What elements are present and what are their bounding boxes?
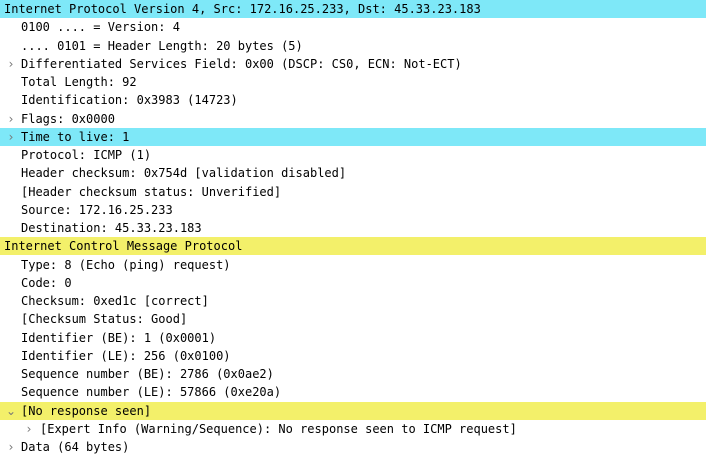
tree-row-header-length[interactable]: .... 0101 = Header Length: 20 bytes (5) (0, 37, 706, 55)
tree-row-ipv4[interactable]: Internet Protocol Version 4, Src: 172.16… (0, 0, 706, 18)
tree-row-label: Total Length: 92 (21, 75, 137, 89)
tree-row-label: [Checksum Status: Good] (21, 312, 188, 327)
tree-row-expert-info[interactable]: › [Expert Info (Warning/Sequence): No res… (0, 420, 706, 438)
tree-row-icmp-checksum-status[interactable]: [Checksum Status: Good] (0, 310, 706, 328)
tree-row-label: Identifier (BE): 1 (0x0001) (21, 330, 217, 345)
tree-row-label: [Header checksum status: Unverified] (21, 184, 282, 199)
tree-row-dsfield[interactable]: › Differentiated Services Field: 0x00 (DS… (0, 55, 706, 73)
tree-row-data[interactable]: › Data (64 bytes) (0, 438, 706, 456)
tree-row-identifier-le[interactable]: Identifier (LE): 256 (0x0100) (0, 347, 706, 365)
tree-row-label: Flags: 0x0000 (21, 111, 115, 126)
tree-row-icmp-code[interactable]: Code: 0 (0, 274, 706, 292)
tree-row-flags[interactable]: › Flags: 0x0000 (0, 110, 706, 128)
tree-row-label: Internet Protocol Version 4, Src: 172.16… (4, 2, 481, 16)
chevron-right-icon[interactable]: › (5, 128, 17, 146)
tree-row-identifier-be[interactable]: Identifier (BE): 1 (0x0001) (0, 329, 706, 347)
tree-row-label: Protocol: ICMP (1) (21, 148, 152, 162)
packet-details-tree: Internet Protocol Version 4, Src: 172.16… (0, 0, 706, 476)
chevron-down-icon[interactable]: ⌄ (5, 402, 17, 420)
tree-row-label: .... 0101 = Header Length: 20 bytes (5) (21, 38, 303, 53)
chevron-right-icon[interactable]: › (5, 55, 17, 73)
tree-row-ttl[interactable]: › Time to live: 1 (0, 127, 706, 146)
tree-row-label: Differentiated Services Field: 0x00 (DSC… (21, 56, 462, 71)
tree-row-label: Code: 0 (21, 275, 72, 290)
tree-row-identification[interactable]: Identification: 0x3983 (14723) (0, 91, 706, 109)
chevron-right-icon[interactable]: › (5, 438, 17, 456)
tree-row-checksum-status[interactable]: [Header checksum status: Unverified] (0, 183, 706, 201)
tree-row-label: Header checksum: 0x754d [validation disa… (21, 166, 347, 181)
tree-row-label: Identifier (LE): 256 (0x0100) (21, 348, 231, 363)
tree-row-label: Type: 8 (Echo (ping) request) (21, 257, 231, 272)
tree-row-label: [Expert Info (Warning/Sequence): No resp… (40, 421, 517, 436)
tree-row-icmp-type[interactable]: Type: 8 (Echo (ping) request) (0, 256, 706, 274)
tree-row-label: Sequence number (LE): 57866 (0xe20a) (21, 385, 282, 400)
tree-row-icmp[interactable]: Internet Control Message Protocol (0, 237, 706, 256)
tree-row-label: Destination: 45.33.23.183 (21, 221, 202, 235)
tree-row-icmp-checksum[interactable]: Checksum: 0xed1c [correct] (0, 292, 706, 310)
tree-row-label: Internet Control Message Protocol (4, 239, 243, 254)
tree-row-protocol[interactable]: Protocol: ICMP (1) (0, 146, 706, 164)
chevron-right-icon[interactable]: › (23, 420, 35, 438)
tree-row-label: Data (64 bytes) (21, 440, 130, 454)
tree-row-label: Time to live: 1 (21, 129, 130, 144)
tree-row-label: [No response seen] (21, 403, 152, 418)
tree-row-destination[interactable]: Destination: 45.33.23.183 (0, 219, 706, 237)
tree-row-label: Sequence number (BE): 2786 (0x0ae2) (21, 367, 274, 381)
tree-row-seq-le[interactable]: Sequence number (LE): 57866 (0xe20a) (0, 383, 706, 401)
chevron-right-icon[interactable]: › (5, 110, 17, 128)
tree-row-label: Identification: 0x3983 (14723) (21, 93, 238, 108)
tree-row-label: Checksum: 0xed1c [correct] (21, 294, 209, 308)
tree-row-header-checksum[interactable]: Header checksum: 0x754d [validation disa… (0, 164, 706, 182)
tree-row-total-length[interactable]: Total Length: 92 (0, 73, 706, 91)
tree-row-label: 0100 .... = Version: 4 (21, 20, 180, 35)
tree-row-seq-be[interactable]: Sequence number (BE): 2786 (0x0ae2) (0, 365, 706, 383)
tree-row-version[interactable]: 0100 .... = Version: 4 (0, 18, 706, 36)
tree-row-source[interactable]: Source: 172.16.25.233 (0, 201, 706, 219)
tree-row-no-response[interactable]: ⌄ [No response seen] (0, 401, 706, 420)
tree-row-label: Source: 172.16.25.233 (21, 202, 173, 217)
